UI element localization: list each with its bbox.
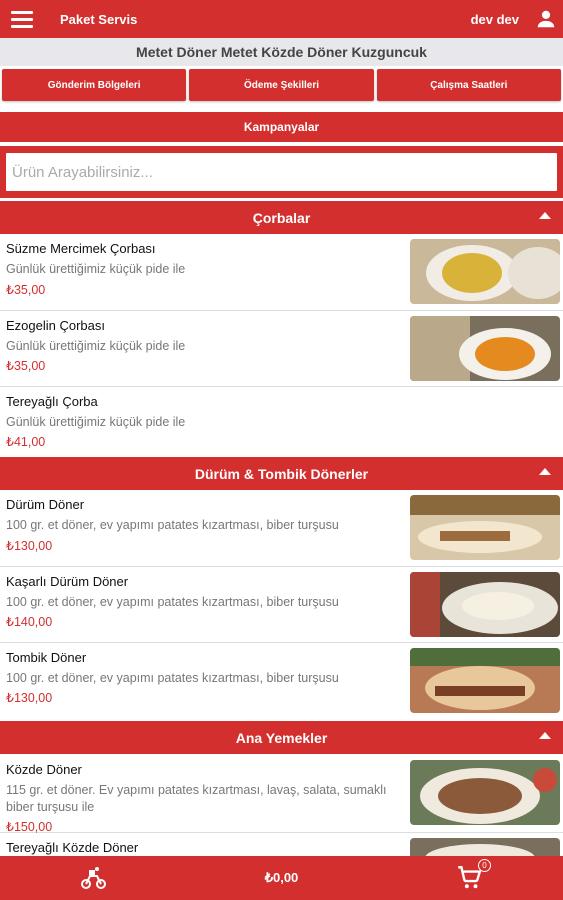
product-name: Tombik Döner: [6, 650, 87, 665]
product-description: 100 gr. et döner, ev yapımı patates kıza…: [6, 518, 339, 532]
product-item[interactable]: Kaşarlı Dürüm Döner 100 gr. et döner, ev…: [0, 567, 563, 643]
campaigns-button[interactable]: Kampanyalar: [0, 112, 563, 142]
product-price: ₺35,00: [6, 283, 46, 297]
collapse-caret-icon[interactable]: [539, 732, 551, 739]
product-name: Tereyağlı Közde Döner: [6, 840, 139, 855]
category-title: Dürüm & Tombik Dönerler: [194, 465, 369, 482]
product-price: ₺130,00: [6, 539, 53, 553]
user-name[interactable]: dev dev: [471, 12, 519, 27]
product-price: ₺150,00: [6, 820, 53, 834]
app-title: Paket Servis: [60, 11, 138, 27]
product-image: [410, 648, 560, 713]
collapse-caret-icon[interactable]: [539, 212, 551, 219]
product-name: Ezogelin Çorbası: [6, 318, 105, 333]
payment-methods-button[interactable]: Ödeme Şekilleri: [189, 69, 374, 101]
product-item[interactable]: Dürüm Döner 100 gr. et döner, ev yapımı …: [0, 490, 563, 567]
product-name: Dürüm Döner: [6, 497, 85, 512]
product-image: [410, 495, 560, 560]
product-price: ₺35,00: [6, 359, 46, 373]
category-title: Ana Yemekler: [235, 729, 328, 746]
restaurant-name: Metet Döner Metet Közde Döner Kuzguncuk: [0, 38, 563, 66]
product-description: Günlük ürettiğimiz küçük pide ile: [6, 415, 186, 429]
working-hours-button[interactable]: Çalışma Saatleri: [376, 69, 561, 101]
category-header-corbalar[interactable]: Çorbalar: [0, 201, 563, 234]
product-item[interactable]: Süzme Mercimek Çorbası Günlük ürettiğimi…: [0, 234, 563, 311]
product-image: [410, 572, 560, 637]
product-description: 100 gr. et döner, ev yapımı patates kıza…: [6, 671, 339, 685]
user-icon[interactable]: [529, 0, 563, 38]
product-price: ₺130,00: [6, 691, 53, 705]
product-price: ₺140,00: [6, 615, 53, 629]
product-item[interactable]: Közde Döner 115 gr. et döner. Ev yapımı …: [0, 755, 563, 834]
product-name: Kaşarlı Dürüm Döner: [6, 574, 129, 589]
app-bar: Paket Servis dev dev: [0, 0, 563, 38]
product-image: [410, 316, 560, 381]
product-image: [410, 239, 560, 304]
bottom-bar: ₺0,00 0: [0, 856, 563, 900]
cart-count-badge: 0: [478, 859, 491, 872]
product-price: ₺41,00: [6, 435, 46, 449]
search-input[interactable]: [6, 153, 557, 191]
product-name: Süzme Mercimek Çorbası: [6, 241, 156, 256]
product-name: Tereyağlı Çorba: [6, 394, 98, 409]
product-image: [410, 760, 560, 825]
product-item[interactable]: Tombik Döner 100 gr. et döner, ev yapımı…: [0, 643, 563, 720]
search-bar: [0, 146, 563, 198]
product-item[interactable]: Tereyağlı Çorba Günlük ürettiğimiz küçük…: [0, 387, 563, 454]
product-description: 115 gr. et döner. Ev yapımı patates kıza…: [6, 783, 387, 814]
category-header-durum-tombik-donerler[interactable]: Dürüm & Tombik Dönerler: [0, 457, 563, 490]
product-item[interactable]: Ezogelin Çorbası Günlük ürettiğimiz küçü…: [0, 311, 563, 387]
product-description: Günlük ürettiğimiz küçük pide ile: [6, 262, 186, 276]
menu-icon[interactable]: [0, 0, 44, 38]
info-buttons: Gönderim Bölgeleri Ödeme Şekilleri Çalış…: [0, 69, 563, 101]
delivery-scooter-icon[interactable]: [80, 866, 106, 895]
delivery-regions-button[interactable]: Gönderim Bölgeleri: [2, 69, 187, 101]
collapse-caret-icon[interactable]: [539, 468, 551, 475]
category-title: Çorbalar: [252, 209, 311, 226]
product-description: 100 gr. et döner, ev yapımı patates kıza…: [6, 595, 339, 609]
category-header-ana-yemekler[interactable]: Ana Yemekler: [0, 721, 563, 754]
product-description: Günlük ürettiğimiz küçük pide ile: [6, 339, 186, 353]
product-name: Közde Döner: [6, 762, 82, 777]
